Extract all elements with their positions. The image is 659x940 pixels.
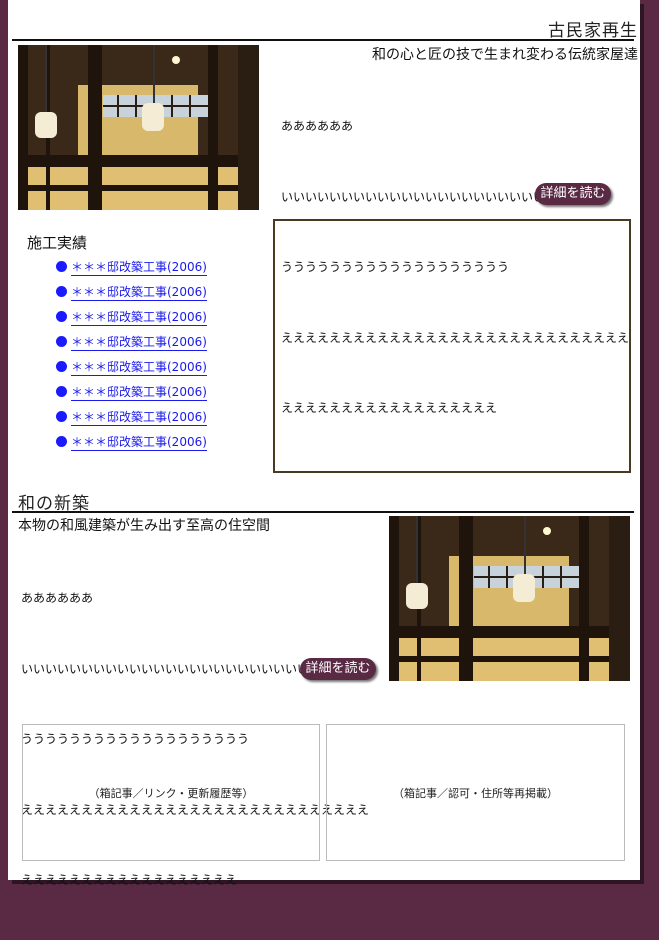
bullet-icon bbox=[56, 436, 67, 447]
works-link[interactable]: ＊＊＊邸改築工事(2006) bbox=[71, 258, 207, 276]
body-line: ああああああ bbox=[281, 119, 354, 133]
list-item: ＊＊＊邸改築工事(2006) bbox=[56, 279, 207, 304]
license-address-box: （箱記事／認可・住所等再掲載） bbox=[326, 724, 625, 861]
bullet-icon bbox=[56, 336, 67, 347]
list-item: ＊＊＊邸改築工事(2006) bbox=[56, 379, 207, 404]
empty-content-frame bbox=[273, 219, 631, 473]
works-list: ＊＊＊邸改築工事(2006) ＊＊＊邸改築工事(2006) ＊＊＊邸改築工事(2… bbox=[56, 254, 207, 454]
read-more-button[interactable]: 詳細を読む bbox=[535, 183, 611, 205]
list-item: ＊＊＊邸改築工事(2006) bbox=[56, 354, 207, 379]
read-more-button[interactable]: 詳細を読む bbox=[300, 658, 376, 680]
section-divider bbox=[12, 39, 634, 41]
bullet-icon bbox=[56, 361, 67, 372]
interior-photo bbox=[389, 516, 630, 681]
interior-photo bbox=[18, 45, 259, 210]
works-heading: 施工実績 bbox=[27, 234, 88, 252]
works-link[interactable]: ＊＊＊邸改築工事(2006) bbox=[71, 333, 207, 351]
section-divider bbox=[12, 511, 634, 513]
works-link[interactable]: ＊＊＊邸改築工事(2006) bbox=[71, 308, 207, 326]
section-tagline: 本物の和風建築が生み出す至高の住空間 bbox=[18, 518, 270, 534]
works-link[interactable]: ＊＊＊邸改築工事(2006) bbox=[71, 358, 207, 376]
list-item: ＊＊＊邸改築工事(2006) bbox=[56, 304, 207, 329]
list-item: ＊＊＊邸改築工事(2006) bbox=[56, 254, 207, 279]
list-item: ＊＊＊邸改築工事(2006) bbox=[56, 404, 207, 429]
section-title-kominka: 古民家再生 bbox=[548, 21, 638, 41]
page-container: 古民家再生 和の心と匠の技で生まれ変わる伝統家屋達 ああああああ いいいいいいい… bbox=[8, 0, 640, 887]
works-link[interactable]: ＊＊＊邸改築工事(2006) bbox=[71, 283, 207, 301]
list-item: ＊＊＊邸改築工事(2006) bbox=[56, 429, 207, 454]
bullet-icon bbox=[56, 386, 67, 397]
links-history-box: （箱記事／リンク・更新履歴等） bbox=[22, 724, 320, 861]
bullet-icon bbox=[56, 261, 67, 272]
works-link[interactable]: ＊＊＊邸改築工事(2006) bbox=[71, 383, 207, 401]
bullet-icon bbox=[56, 286, 67, 297]
bullet-icon bbox=[56, 311, 67, 322]
bullet-icon bbox=[56, 411, 67, 422]
list-item: ＊＊＊邸改築工事(2006) bbox=[56, 329, 207, 354]
body-line: ああああああ bbox=[21, 591, 94, 605]
section-tagline: 和の心と匠の技で生まれ変わる伝統家屋達 bbox=[372, 47, 638, 63]
works-link[interactable]: ＊＊＊邸改築工事(2006) bbox=[71, 408, 207, 426]
body-line: ええええええええええええええええええ bbox=[21, 873, 238, 887]
works-link[interactable]: ＊＊＊邸改築工事(2006) bbox=[71, 433, 207, 451]
